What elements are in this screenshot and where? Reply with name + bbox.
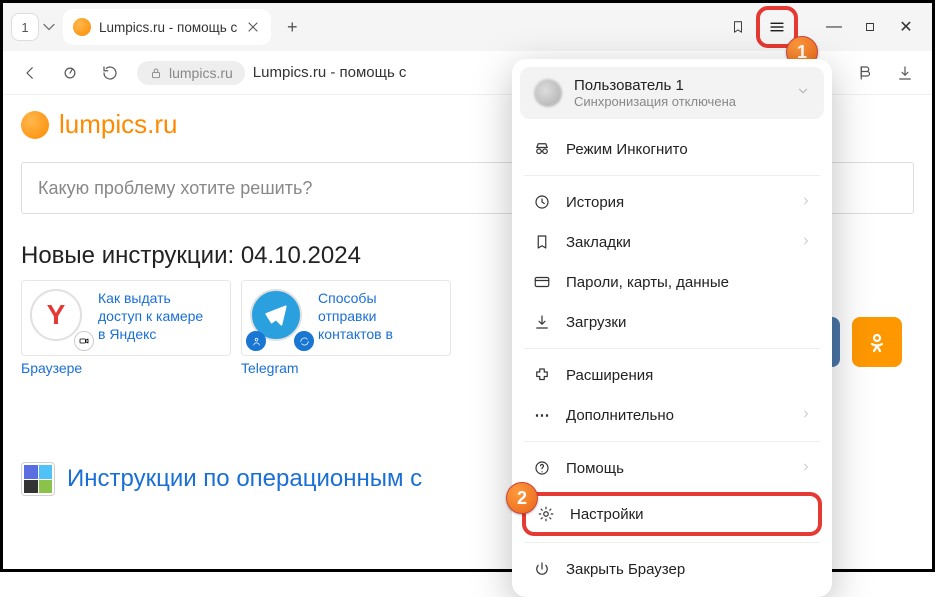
article-card[interactable]: Y Как выдать доступ к камере в Яндекс bbox=[21, 280, 231, 356]
menu-quit[interactable]: Закрыть Браузер bbox=[520, 549, 824, 589]
menu-passwords[interactable]: Пароли, карты, данные bbox=[520, 262, 824, 302]
reload-button[interactable] bbox=[93, 56, 127, 90]
menu-history[interactable]: История bbox=[520, 182, 824, 222]
active-tab[interactable]: Lumpics.ru - помощь с bbox=[63, 9, 271, 45]
window-minimize-icon[interactable]: — bbox=[816, 9, 852, 45]
window-maximize-icon[interactable] bbox=[852, 9, 888, 45]
tab-count-pill[interactable]: 1 bbox=[11, 13, 39, 41]
contact-icon bbox=[246, 331, 266, 351]
card-text: Как выдать доступ к камере в Яндекс bbox=[98, 289, 203, 347]
bookmark-icon bbox=[532, 233, 552, 251]
menu-help[interactable]: Помощь bbox=[520, 448, 824, 488]
logo-icon bbox=[21, 111, 49, 139]
annotation-badge-2: 2 bbox=[506, 482, 538, 514]
user-name: Пользователь 1 bbox=[574, 77, 784, 94]
menu-label: Дополнительно bbox=[566, 407, 674, 424]
card-image: Y bbox=[30, 289, 82, 341]
help-icon bbox=[532, 459, 552, 477]
camera-icon bbox=[74, 331, 94, 351]
bookmark-header-icon[interactable] bbox=[720, 9, 756, 45]
tab-close-icon[interactable] bbox=[245, 19, 261, 35]
card-footer-link[interactable]: Telegram bbox=[241, 360, 451, 376]
menu-incognito[interactable]: Режим Инкогнито bbox=[520, 129, 824, 169]
card-icon bbox=[532, 273, 552, 291]
main-menu-button[interactable] bbox=[762, 12, 792, 42]
home-button[interactable] bbox=[53, 56, 87, 90]
menu-label: Расширения bbox=[566, 367, 653, 384]
logo-text: lumpics.ru bbox=[59, 109, 177, 140]
menu-label: Закладки bbox=[566, 234, 631, 251]
url-domain: lumpics.ru bbox=[169, 65, 233, 81]
url-page-title: Lumpics.ru - помощь с bbox=[253, 64, 407, 81]
menu-label: Закрыть Браузер bbox=[566, 561, 685, 578]
lock-icon bbox=[149, 66, 163, 80]
incognito-icon bbox=[532, 140, 552, 158]
chevron-right-icon bbox=[800, 407, 812, 424]
card-text: Способы отправки контактов в bbox=[318, 289, 393, 347]
tab-title: Lumpics.ru - помощь с bbox=[99, 20, 237, 35]
site-identity-pill[interactable]: lumpics.ru bbox=[137, 61, 245, 85]
menu-downloads[interactable]: Загрузки bbox=[520, 302, 824, 342]
new-tab-button[interactable]: + bbox=[277, 12, 307, 42]
sync-icon bbox=[294, 331, 314, 351]
tab-strip: 1 Lumpics.ru - помощь с + 1 — ✕ bbox=[3, 3, 932, 51]
tabs-dropdown-chevron[interactable] bbox=[39, 13, 59, 41]
window-close-icon[interactable]: ✕ bbox=[888, 9, 924, 45]
card-footer-link[interactable]: Браузере bbox=[21, 360, 231, 376]
os-link-text: Инструкции по операционным с bbox=[67, 465, 422, 493]
menu-user-row[interactable]: Пользователь 1 Синхронизация отключена bbox=[520, 67, 824, 119]
menu-settings[interactable]: Настройки bbox=[526, 496, 818, 532]
gear-icon bbox=[536, 505, 556, 523]
ok-button[interactable] bbox=[852, 317, 902, 367]
more-icon: ⋯ bbox=[532, 406, 552, 424]
sync-status: Синхронизация отключена bbox=[574, 94, 784, 109]
tab-favicon bbox=[73, 18, 91, 36]
main-menu-dropdown: Пользователь 1 Синхронизация отключена Р… bbox=[512, 59, 832, 597]
annotation-1-highlight: 1 bbox=[756, 6, 798, 48]
menu-label: Пароли, карты, данные bbox=[566, 274, 729, 291]
extensions-icon bbox=[532, 366, 552, 384]
history-icon bbox=[532, 193, 552, 211]
article-card[interactable]: Способы отправки контактов в bbox=[241, 280, 451, 356]
chevron-right-icon bbox=[800, 234, 812, 251]
annotation-2-highlight: 2 Настройки bbox=[522, 492, 822, 536]
menu-extensions[interactable]: Расширения bbox=[520, 355, 824, 395]
menu-bookmarks[interactable]: Закладки bbox=[520, 222, 824, 262]
menu-label: Режим Инкогнито bbox=[566, 141, 688, 158]
avatar bbox=[534, 79, 562, 107]
menu-more[interactable]: ⋯ Дополнительно bbox=[520, 395, 824, 435]
menu-label: Загрузки bbox=[566, 314, 626, 331]
chevron-right-icon bbox=[800, 460, 812, 477]
menu-label: Настройки bbox=[570, 506, 644, 523]
back-button[interactable] bbox=[13, 56, 47, 90]
power-icon bbox=[532, 560, 552, 578]
download-icon bbox=[532, 313, 552, 331]
os-grid-icon bbox=[21, 462, 55, 496]
reading-mode-icon[interactable] bbox=[848, 56, 882, 90]
menu-label: Помощь bbox=[566, 460, 624, 477]
chevron-right-icon bbox=[800, 194, 812, 211]
chevron-down-icon bbox=[796, 84, 810, 103]
menu-label: История bbox=[566, 194, 624, 211]
downloads-icon[interactable] bbox=[888, 56, 922, 90]
